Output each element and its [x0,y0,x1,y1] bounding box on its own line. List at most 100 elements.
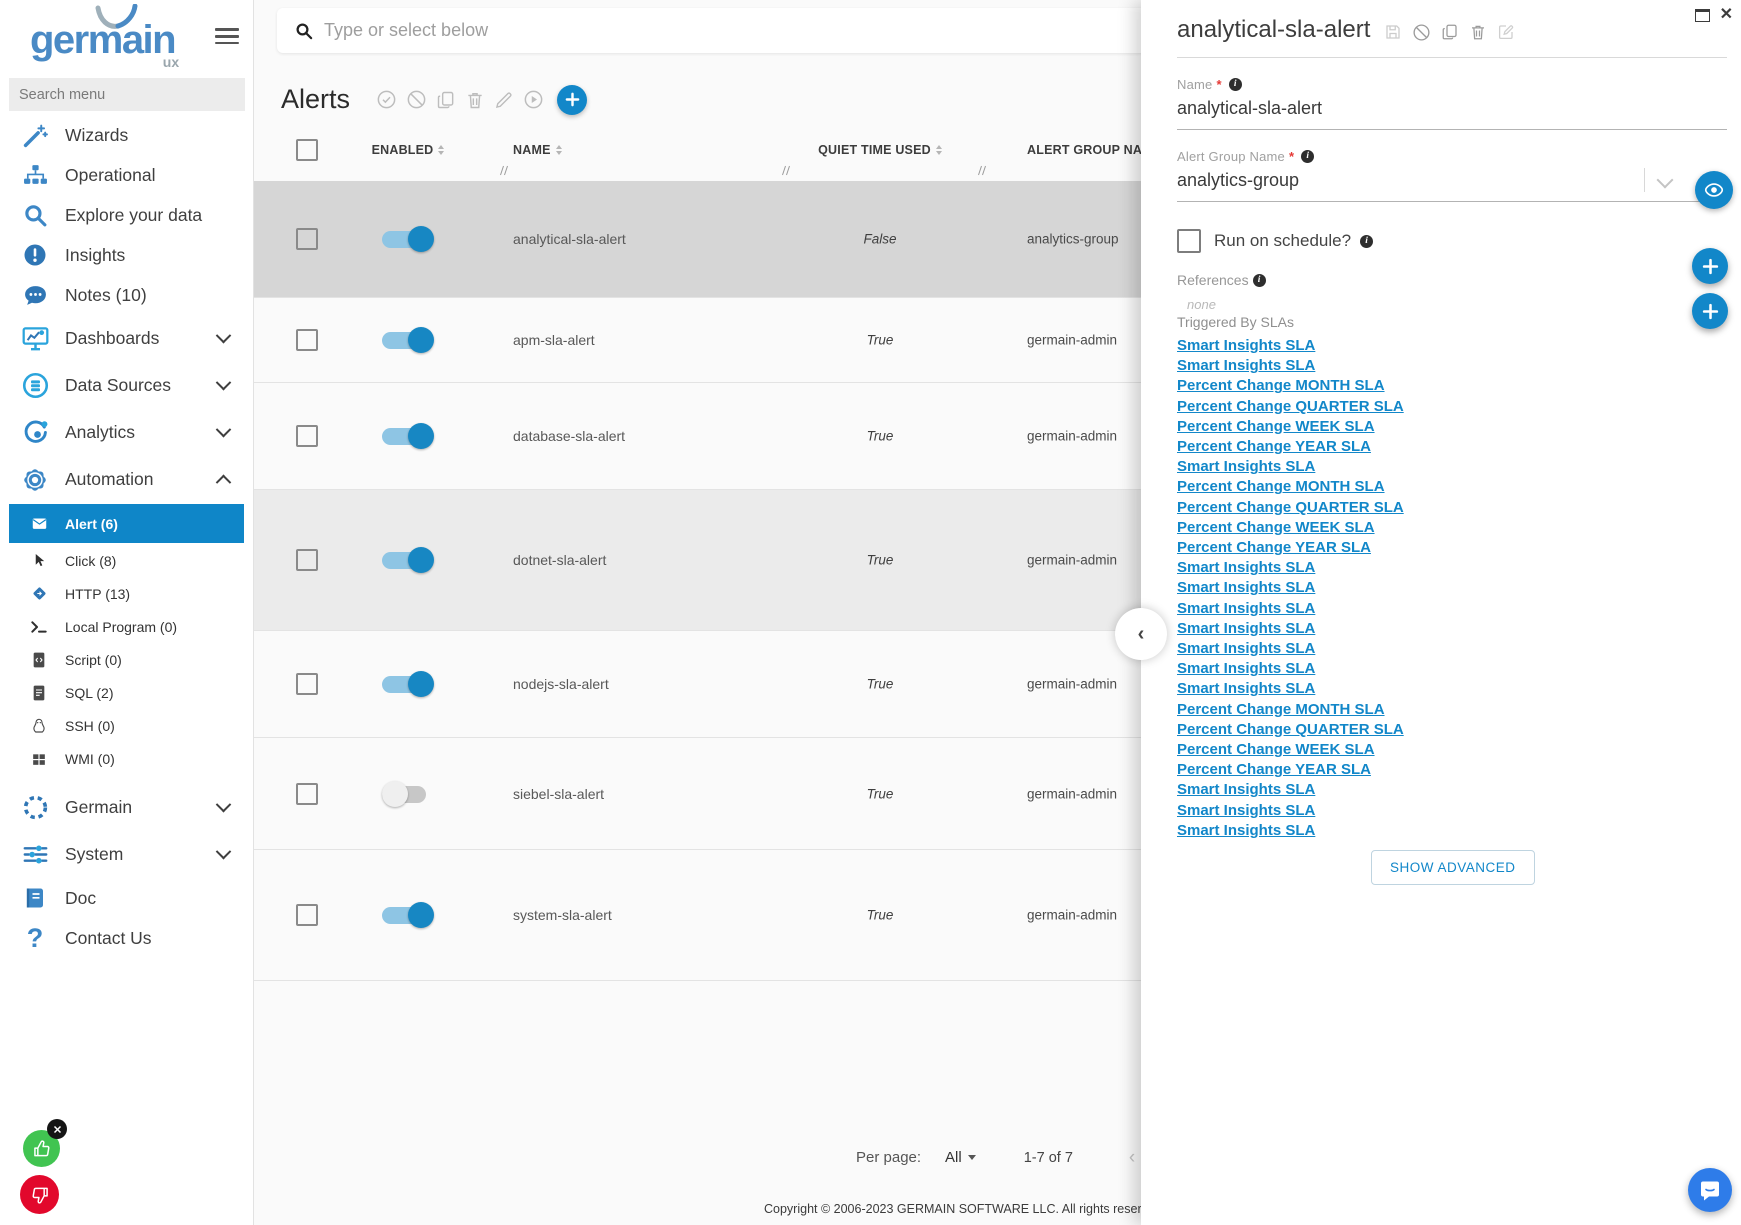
copy-icon[interactable] [1441,23,1459,41]
menu-search-input[interactable] [9,78,245,111]
previous-page-button[interactable]: ‹ [1129,1148,1135,1167]
row-checkbox[interactable] [296,329,318,351]
add-alert-button[interactable] [557,85,587,115]
thumbs-down-button[interactable] [20,1175,59,1214]
select-all-checkbox[interactable] [296,139,318,161]
sla-link[interactable]: Percent Change MONTH SLA [1177,700,1727,720]
sla-link[interactable]: Smart Insights SLA [1177,659,1727,679]
pencil-icon[interactable] [494,90,514,110]
sidebar-item-insights[interactable]: Insights [0,235,253,275]
sidebar-item-germain[interactable]: Germain [0,784,253,831]
sla-link[interactable]: Smart Insights SLA [1177,821,1727,841]
sidebar-item-operational[interactable]: Operational [0,155,253,195]
sidebar-item-dashboards[interactable]: Dashboards [0,315,253,362]
sidebar-item-data-sources[interactable]: Data Sources [0,362,253,409]
trash-icon[interactable] [465,90,485,110]
column-header-enabled[interactable]: ENABLED [353,143,463,157]
chat-button[interactable] [1688,1168,1732,1212]
sla-link[interactable]: Smart Insights SLA [1177,578,1727,598]
dismiss-feedback-button[interactable] [47,1119,67,1139]
enabled-toggle[interactable] [382,671,434,697]
sidebar-item-wizards[interactable]: Wizards [0,115,253,155]
close-icon[interactable]: ✕ [1720,7,1733,23]
enabled-toggle[interactable] [382,226,434,252]
sla-link[interactable]: Smart Insights SLA [1177,619,1727,639]
enabled-toggle[interactable] [382,547,434,573]
column-resize-grip[interactable] [977,165,987,176]
enabled-toggle[interactable] [382,327,434,353]
run-on-schedule-checkbox[interactable] [1177,229,1201,253]
info-icon[interactable] [1301,150,1314,163]
sla-link[interactable]: Percent Change WEEK SLA [1177,417,1727,437]
sidebar-item-click[interactable]: Click (8) [0,544,253,577]
sla-link[interactable]: Smart Insights SLA [1177,336,1727,356]
global-search-input[interactable] [322,19,926,42]
sidebar-item-local-program[interactable]: Local Program (0) [0,610,253,643]
sla-link[interactable]: Percent Change YEAR SLA [1177,437,1727,457]
sla-link[interactable]: Smart Insights SLA [1177,780,1727,800]
sla-link[interactable]: Percent Change MONTH SLA [1177,376,1727,396]
play-circle-icon[interactable] [523,89,544,110]
row-checkbox[interactable] [296,425,318,447]
info-icon[interactable] [1360,235,1373,248]
info-icon[interactable] [1229,78,1242,91]
per-page-select[interactable]: All [945,1149,976,1166]
enabled-toggle[interactable] [382,902,434,928]
edit-icon[interactable] [1497,23,1515,41]
sla-link[interactable]: Percent Change QUARTER SLA [1177,498,1727,518]
row-checkbox[interactable] [296,904,318,926]
column-header-name[interactable]: NAME [513,143,562,157]
sla-link[interactable]: Percent Change WEEK SLA [1177,740,1727,760]
trash-icon[interactable] [1469,23,1487,41]
sla-link[interactable]: Smart Insights SLA [1177,599,1727,619]
sidebar-item-automation[interactable]: Automation [0,456,253,503]
info-icon[interactable] [1253,274,1266,287]
copy-icon[interactable] [436,90,456,110]
germain-logo[interactable]: germain ux [30,8,175,72]
hamburger-menu-icon[interactable] [215,24,239,49]
column-header-quiet-time[interactable]: QUIET TIME USED [813,143,947,157]
ban-icon[interactable] [406,89,427,110]
row-checkbox[interactable] [296,228,318,250]
sla-link[interactable]: Percent Change WEEK SLA [1177,518,1727,538]
sla-link[interactable]: Smart Insights SLA [1177,639,1727,659]
add-triggered-sla-button[interactable] [1692,293,1728,329]
ban-icon[interactable] [1412,23,1431,42]
sla-link[interactable]: Smart Insights SLA [1177,457,1727,477]
row-checkbox[interactable] [296,783,318,805]
column-resize-grip[interactable] [781,165,791,176]
save-icon[interactable] [1384,23,1402,41]
maximize-icon[interactable] [1695,9,1710,22]
sla-link[interactable]: Percent Change MONTH SLA [1177,477,1727,497]
add-reference-button[interactable] [1692,248,1728,284]
sidebar-item-wmi[interactable]: WMI (0) [0,742,253,775]
sidebar-item-notes[interactable]: Notes (10) [0,275,253,315]
sla-link[interactable]: Percent Change QUARTER SLA [1177,720,1727,740]
show-advanced-button[interactable]: SHOW ADVANCED [1371,850,1535,885]
sidebar-item-ssh[interactable]: SSH (0) [0,709,253,742]
sidebar-item-contact-us[interactable]: ? Contact Us [0,918,253,958]
sidebar-item-explore[interactable]: Explore your data [0,195,253,235]
sla-link[interactable]: Smart Insights SLA [1177,558,1727,578]
collapse-panel-button[interactable]: ‹ [1115,608,1167,660]
sla-link[interactable]: Smart Insights SLA [1177,679,1727,699]
sla-link[interactable]: Smart Insights SLA [1177,356,1727,376]
sla-link[interactable]: Percent Change YEAR SLA [1177,538,1727,558]
sla-link[interactable]: Smart Insights SLA [1177,801,1727,821]
row-checkbox[interactable] [296,549,318,571]
sidebar-item-analytics[interactable]: Analytics [0,409,253,456]
sidebar-item-sql[interactable]: SQL (2) [0,676,253,709]
row-checkbox[interactable] [296,673,318,695]
enabled-toggle[interactable] [382,781,434,807]
sidebar-item-doc[interactable]: Doc [0,878,253,918]
column-resize-grip[interactable] [499,165,509,176]
name-field[interactable] [1177,92,1727,130]
sidebar-item-http[interactable]: HTTP (13) [0,577,253,610]
sidebar-item-alert[interactable]: Alert (6) [9,504,244,543]
sidebar-item-script[interactable]: Script (0) [0,643,253,676]
sidebar-item-system[interactable]: System [0,831,253,878]
enabled-toggle[interactable] [382,423,434,449]
sla-link[interactable]: Percent Change QUARTER SLA [1177,397,1727,417]
view-alert-group-button[interactable] [1695,171,1733,209]
circle-check-icon[interactable] [376,89,397,110]
